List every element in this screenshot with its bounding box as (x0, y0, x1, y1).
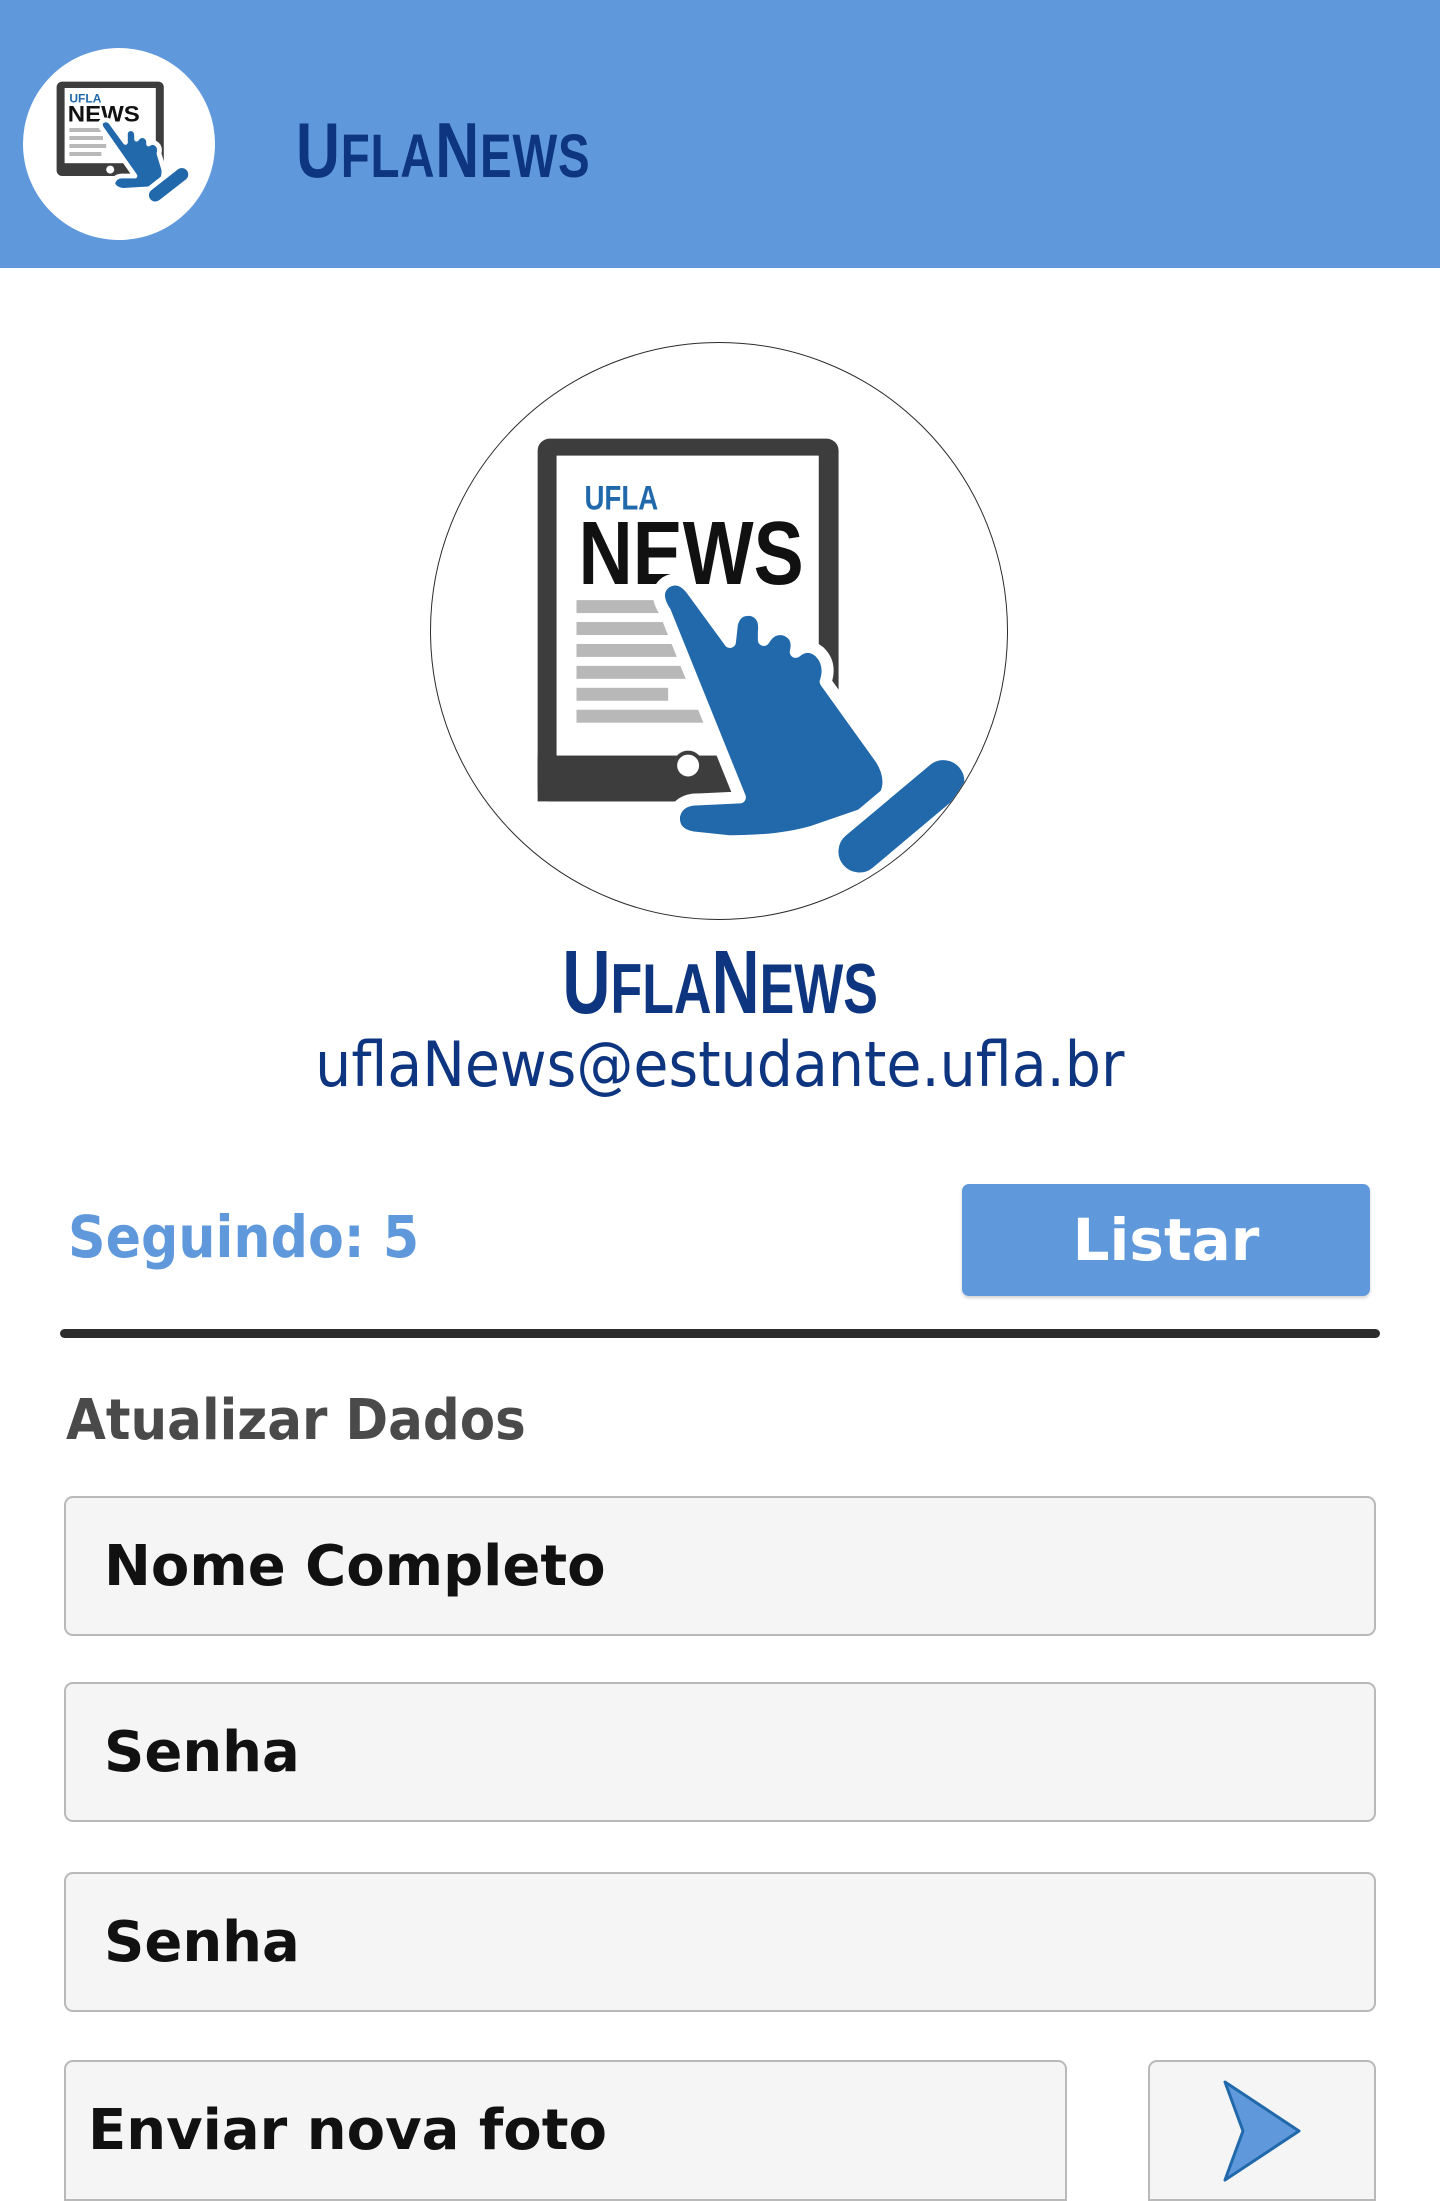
password-confirm-field (64, 1872, 1376, 2012)
app-title: UFLANEWS (296, 106, 591, 194)
password-input[interactable] (66, 1684, 1374, 1820)
send-photo-button[interactable] (1148, 2060, 1376, 2201)
ufla-news-tablet-hand-icon: UFLA NEWS (56, 81, 194, 207)
list-following-button[interactable]: Listar (962, 1184, 1370, 1296)
app-logo[interactable]: UFLA NEWS (23, 48, 215, 240)
new-photo-field (64, 2060, 1067, 2201)
ufla-news-tablet-hand-icon: UFLA NEWS (537, 438, 977, 885)
profile-email: uflaNews@estudante.ufla.br (315, 1028, 1125, 1101)
password-confirm-input[interactable] (66, 1874, 1374, 2010)
play-arrow-icon (1223, 2080, 1301, 2181)
password-field (64, 1682, 1376, 1822)
update-data-title: Atualizar Dados (66, 1388, 526, 1453)
section-divider (60, 1329, 1380, 1338)
profile-avatar[interactable]: UFLA NEWS (430, 342, 1008, 920)
new-photo-input[interactable] (66, 2062, 1065, 2199)
full-name-input[interactable] (66, 1498, 1374, 1634)
profile-screen: UFLA NEWS UFLANEWS UFLA NEWS UFLANEWS uf… (0, 0, 1440, 2201)
following-count: Seguindo: 5 (68, 1203, 420, 1271)
full-name-field (64, 1496, 1376, 1636)
app-bar: UFLA NEWS UFLANEWS (0, 0, 1440, 268)
